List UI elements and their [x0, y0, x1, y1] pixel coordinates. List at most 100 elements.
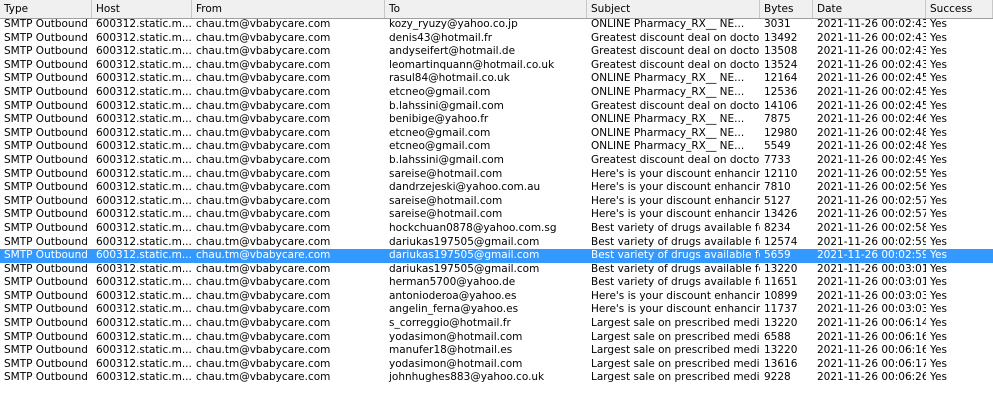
table-row[interactable]: SMTP Outbound 600312.static.m... chau.tm@v…: [0, 263, 993, 277]
cell-host: 600312.static.m...: [96, 221, 192, 234]
table-row[interactable]: SMTP Outbound 600312.static.m... chau.tm@v…: [0, 100, 993, 114]
cell-subject: Greatest discount deal on docto...: [591, 31, 760, 44]
table-row[interactable]: SMTP Outbound 600312.static.m... chau.tm@v…: [0, 154, 993, 168]
cell-to: yodasimon@hotmail.com: [389, 357, 523, 370]
table-row[interactable]: SMTP Outbound 600312.static.m... chau.tm@v…: [0, 371, 993, 385]
cell-success: Yes: [930, 113, 947, 126]
cell-success: Yes: [930, 276, 947, 289]
table-row[interactable]: SMTP Outbound 600312.static.m... chau.tm@v…: [0, 127, 993, 141]
table-row[interactable]: SMTP Outbound 600312.static.m... chau.tm@v…: [0, 249, 993, 263]
cell-success: Yes: [930, 45, 947, 58]
cell-from: chau.tm@vbabycare.com: [196, 357, 331, 370]
cell-host: 600312.static.m...: [96, 18, 192, 30]
cell-success: Yes: [930, 194, 947, 207]
cell-date: 2021-11-26 00:02:48: [817, 126, 926, 139]
cell-date: 2021-11-26 00:02:59: [817, 235, 926, 248]
cell-bytes: 7733: [764, 153, 791, 166]
column-header-success[interactable]: Success: [926, 0, 993, 18]
column-header-type[interactable]: Type: [0, 0, 92, 18]
cell-subject: Best variety of drugs available fo...: [591, 221, 760, 234]
cell-to: etcneo@gmail.com: [389, 85, 491, 98]
cell-date: 2021-11-26 00:03:01: [817, 276, 926, 289]
table-row[interactable]: SMTP Outbound 600312.static.m... chau.tm@v…: [0, 303, 993, 317]
cell-bytes: 13220: [764, 262, 798, 275]
cell-type: SMTP Outbound: [4, 317, 88, 330]
column-header-date[interactable]: Date: [813, 0, 926, 18]
cell-type: SMTP Outbound: [4, 58, 88, 71]
cell-date: 2021-11-26 00:02:43: [817, 58, 926, 71]
cell-type: SMTP Outbound: [4, 72, 88, 85]
table-row[interactable]: SMTP Outbound 600312.static.m... chau.tm@v…: [0, 86, 993, 100]
cell-to: dandrzejeski@yahoo.com.au: [389, 181, 541, 194]
cell-bytes: 7810: [764, 181, 791, 194]
table-row[interactable]: SMTP Outbound 600312.static.m... chau.tm@v…: [0, 344, 993, 358]
cell-from: chau.tm@vbabycare.com: [196, 126, 331, 139]
cell-success: Yes: [930, 153, 947, 166]
column-header-to[interactable]: To: [385, 0, 587, 18]
cell-bytes: 11651: [764, 276, 798, 289]
cell-type: SMTP Outbound: [4, 181, 88, 194]
column-header-row: Type Host From To Subject Bytes Date Suc…: [0, 0, 993, 19]
cell-from: chau.tm@vbabycare.com: [196, 221, 331, 234]
cell-bytes: 13508: [764, 45, 798, 58]
table-row[interactable]: SMTP Outbound 600312.static.m... chau.tm@v…: [0, 276, 993, 290]
cell-date: 2021-11-26 00:02:43: [817, 18, 926, 30]
column-header-from[interactable]: From: [192, 0, 385, 18]
cell-type: SMTP Outbound: [4, 221, 88, 234]
message-log-list[interactable]: Type Host From To Subject Bytes Date Suc…: [0, 0, 993, 401]
table-row[interactable]: SMTP Outbound 600312.static.m... chau.tm@v…: [0, 72, 993, 86]
cell-type: SMTP Outbound: [4, 99, 88, 112]
cell-host: 600312.static.m...: [96, 330, 192, 343]
table-row[interactable]: SMTP Outbound 600312.static.m... chau.tm@v…: [0, 181, 993, 195]
table-row[interactable]: SMTP Outbound 600312.static.m... chau.tm@v…: [0, 59, 993, 73]
table-row[interactable]: SMTP Outbound 600312.static.m... chau.tm@v…: [0, 208, 993, 222]
cell-from: chau.tm@vbabycare.com: [196, 45, 331, 58]
cell-success: Yes: [930, 317, 947, 330]
cell-success: Yes: [930, 344, 947, 357]
cell-from: chau.tm@vbabycare.com: [196, 317, 331, 330]
cell-to: benibige@yahoo.fr: [389, 113, 489, 126]
table-row[interactable]: SMTP Outbound 600312.static.m... chau.tm@v…: [0, 32, 993, 46]
table-row[interactable]: SMTP Outbound 600312.static.m... chau.tm@v…: [0, 168, 993, 182]
cell-to: hockchuan0878@yahoo.com.sg: [389, 221, 557, 234]
column-header-bytes[interactable]: Bytes: [760, 0, 813, 18]
cell-host: 600312.static.m...: [96, 317, 192, 330]
cell-bytes: 9228: [764, 371, 791, 384]
cell-host: 600312.static.m...: [96, 235, 192, 248]
cell-host: 600312.static.m...: [96, 72, 192, 85]
cell-host: 600312.static.m...: [96, 153, 192, 166]
cell-date: 2021-11-26 00:02:43: [817, 31, 926, 44]
cell-from: chau.tm@vbabycare.com: [196, 262, 331, 275]
cell-bytes: 13220: [764, 317, 798, 330]
table-row[interactable]: SMTP Outbound 600312.static.m... chau.tm@v…: [0, 236, 993, 250]
column-header-subject[interactable]: Subject: [587, 0, 760, 18]
table-row[interactable]: SMTP Outbound 600312.static.m... chau.tm@v…: [0, 113, 993, 127]
table-row[interactable]: SMTP Outbound 600312.static.m... chau.tm@v…: [0, 45, 993, 59]
cell-from: chau.tm@vbabycare.com: [196, 99, 331, 112]
cell-success: Yes: [930, 99, 947, 112]
table-row[interactable]: SMTP Outbound 600312.static.m... chau.tm@v…: [0, 317, 993, 331]
cell-subject: Largest sale on prescribed medi...: [591, 371, 760, 384]
cell-bytes: 7875: [764, 113, 791, 126]
table-row[interactable]: SMTP Outbound 600312.static.m... chau.tm@v…: [0, 222, 993, 236]
column-header-host[interactable]: Host: [92, 0, 192, 18]
cell-host: 600312.static.m...: [96, 45, 192, 58]
cell-from: chau.tm@vbabycare.com: [196, 18, 331, 30]
table-row[interactable]: SMTP Outbound 600312.static.m... chau.tm@v…: [0, 290, 993, 304]
cell-from: chau.tm@vbabycare.com: [196, 276, 331, 289]
cell-from: chau.tm@vbabycare.com: [196, 72, 331, 85]
table-row[interactable]: SMTP Outbound 600312.static.m... chau.tm@v…: [0, 18, 993, 32]
cell-host: 600312.static.m...: [96, 344, 192, 357]
cell-to: herman5700@yahoo.de: [389, 276, 516, 289]
table-row[interactable]: SMTP Outbound 600312.static.m... chau.tm@v…: [0, 140, 993, 154]
cell-host: 600312.static.m...: [96, 289, 192, 302]
cell-bytes: 13426: [764, 208, 798, 221]
cell-from: chau.tm@vbabycare.com: [196, 167, 331, 180]
table-row[interactable]: SMTP Outbound 600312.static.m... chau.tm@v…: [0, 195, 993, 209]
cell-type: SMTP Outbound: [4, 194, 88, 207]
table-row[interactable]: SMTP Outbound 600312.static.m... chau.tm@v…: [0, 331, 993, 345]
cell-to: sareise@hotmail.com: [389, 167, 503, 180]
table-row[interactable]: SMTP Outbound 600312.static.m... chau.tm@v…: [0, 358, 993, 372]
cell-type: SMTP Outbound: [4, 113, 88, 126]
cell-date: 2021-11-26 00:02:45: [817, 99, 926, 112]
